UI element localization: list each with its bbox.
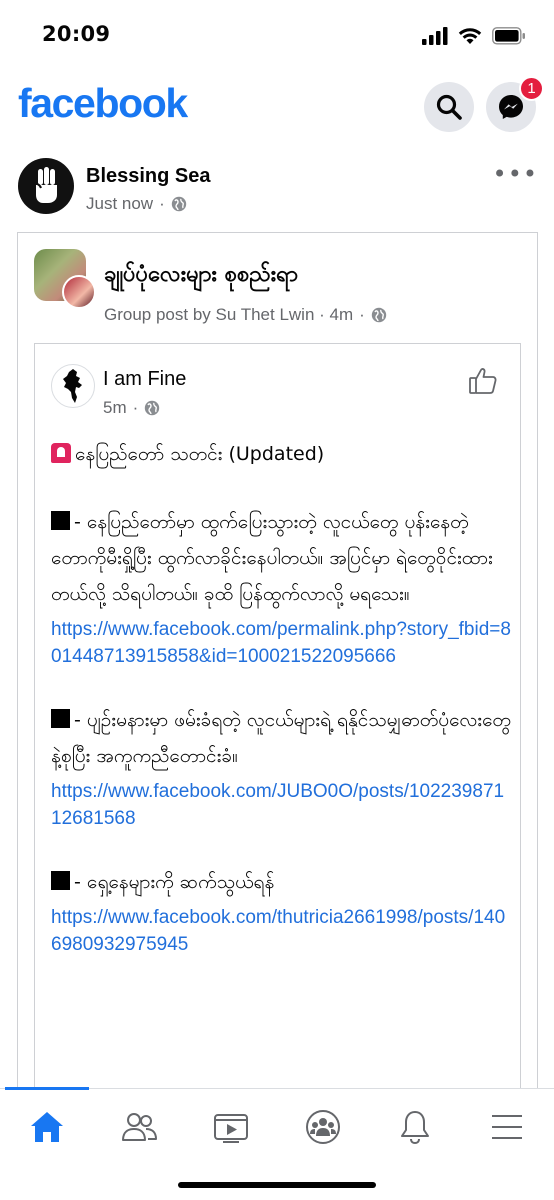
battery-icon [492, 27, 525, 45]
group-post-byline: Group post by Su Thet Lwin · 4m [104, 305, 354, 324]
wifi-icon [458, 28, 482, 44]
facebook-logo[interactable]: facebook [18, 80, 188, 127]
post-body: နေပြည်တော် သတင်း (Updated) - နေပြည်တော်မ… [51, 436, 511, 958]
group-post-meta: Group post by Su Thet Lwin · 4m · [104, 305, 387, 325]
news-item-text: - ပျဉ်းမနားမှာ ဖမ်းခံရတဲ့ လူငယ်များရဲ့ ရ… [51, 709, 511, 767]
meta-dot: · [359, 305, 365, 324]
post-meta: Just now · [86, 194, 187, 214]
author-name[interactable]: Blessing Sea [86, 165, 211, 188]
home-indicator[interactable] [178, 1182, 376, 1188]
nav-menu[interactable] [485, 1105, 529, 1149]
meta-dot: · [132, 398, 139, 417]
inner-post-meta: 5m · [103, 398, 160, 418]
group-name[interactable]: ချုပ်ပုံလေးများ စုစည်းရာ [104, 259, 298, 292]
inner-post-time: 5m [103, 398, 127, 417]
news-item-3: - ရှေ့နေများကို ဆက်သွယ်ရန် [51, 864, 511, 900]
search-button[interactable] [424, 82, 474, 132]
news-item-text: - နေပြည်တော်မှာ ထွက်ပြေးသွားတဲ့ လူငယ်တွေ… [51, 511, 493, 605]
inner-author-name[interactable]: I am Fine [103, 368, 186, 391]
app-header: facebook 1 [0, 74, 554, 138]
more-options-button[interactable]: ••• [493, 160, 538, 188]
news-item-link[interactable]: https://www.facebook.com/JUBO0O/posts/10… [51, 778, 511, 832]
news-item-1: - နေပြည်တော်မှာ ထွက်ပြေးသွားတဲ့ လူငယ်တွေ… [51, 504, 511, 612]
globe-icon [171, 196, 186, 212]
black-square-icon [51, 709, 70, 728]
news-item-link[interactable]: https://www.facebook.com/thutricia266199… [51, 904, 511, 958]
post-title: နေပြည်တော် သတင်း (Updated) [51, 436, 511, 472]
nav-friends[interactable] [117, 1105, 161, 1149]
inner-avatar[interactable] [51, 364, 95, 408]
active-tab-indicator [5, 1087, 89, 1090]
nav-groups[interactable] [301, 1105, 345, 1149]
search-icon [436, 94, 462, 120]
post-time: Just now [86, 194, 154, 213]
watch-icon [214, 1114, 248, 1143]
post-header: Blessing Sea Just now · ••• [0, 152, 554, 218]
black-square-icon [51, 871, 70, 890]
inner-shared-post[interactable]: I am Fine 5m · နေပြည်တော် သတင်း (Updated… [34, 343, 521, 1143]
cellular-signal-icon [422, 27, 448, 45]
nav-home[interactable] [25, 1105, 69, 1149]
news-item-text: - ရှေ့နေများကို ဆက်သွယ်ရန် [74, 871, 275, 893]
status-bar: 20:09 [0, 0, 554, 68]
meta-dot: · [159, 194, 165, 213]
messenger-badge: 1 [519, 76, 544, 101]
bottom-nav [0, 1087, 554, 1200]
three-finger-salute-icon [33, 167, 57, 203]
thumbs-up-icon [469, 368, 497, 394]
notifications-icon [401, 1111, 429, 1145]
globe-icon [145, 400, 160, 416]
messenger-button[interactable]: 1 [486, 76, 544, 132]
home-icon [31, 1112, 63, 1142]
globe-icon [371, 307, 387, 323]
post-title-text: နေပြည်တော် သတင်း (Updated) [75, 443, 325, 465]
myanmar-map-icon [63, 369, 82, 403]
news-item-link[interactable]: https://www.facebook.com/permalink.php?s… [51, 616, 511, 670]
messenger-icon [499, 95, 523, 119]
avatar[interactable] [18, 158, 74, 214]
poster-avatar [62, 275, 96, 309]
nav-watch[interactable] [209, 1105, 253, 1149]
news-item-2: - ပျဉ်းမနားမှာ ဖမ်းခံရတဲ့ လူငယ်များရဲ့ ရ… [51, 702, 511, 774]
menu-icon [492, 1115, 522, 1139]
group-avatar[interactable] [34, 249, 96, 309]
like-page-button[interactable] [468, 366, 498, 400]
black-square-icon [51, 511, 70, 530]
nav-notifications[interactable] [393, 1105, 437, 1149]
groups-icon [306, 1110, 340, 1144]
status-time: 20:09 [42, 22, 111, 46]
siren-icon [51, 443, 71, 463]
status-icons [422, 26, 526, 46]
friends-icon [122, 1113, 157, 1141]
shared-group-post[interactable]: ချုပ်ပုံလေးများ စုစည်းရာ Group post by S… [17, 232, 538, 1143]
